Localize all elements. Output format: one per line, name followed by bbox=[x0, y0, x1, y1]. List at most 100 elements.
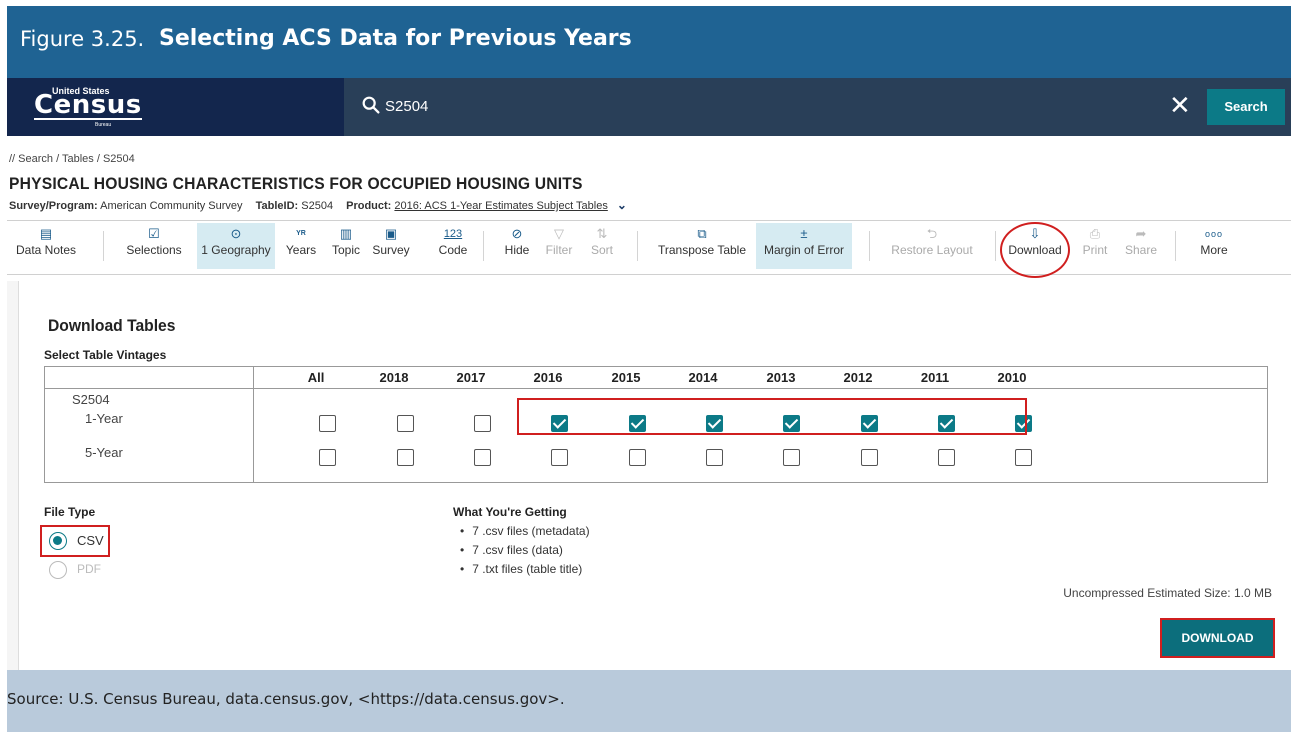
more-label: More bbox=[1200, 243, 1228, 257]
checkbox-5-year-2010[interactable] bbox=[1015, 449, 1032, 466]
sort-icon: ⇅ bbox=[596, 226, 608, 241]
table-header-rule bbox=[45, 388, 1267, 389]
column-header-2013: 2013 bbox=[766, 370, 796, 385]
row-label-1-year: 1-Year bbox=[85, 411, 123, 426]
hide-button[interactable]: ⊘ Hide bbox=[501, 225, 533, 257]
selections-label: Selections bbox=[126, 243, 182, 257]
background-table-edge bbox=[7, 281, 19, 670]
screenshot-frame: United States Census Bureau S2504 ✕ Sear… bbox=[7, 78, 1291, 670]
figure-title: Selecting ACS Data for Previous Years bbox=[159, 26, 632, 51]
column-header-2011: 2011 bbox=[920, 370, 950, 385]
toolbar-separator bbox=[483, 231, 484, 261]
product-select[interactable]: 2016: ACS 1-Year Estimates Subject Table… bbox=[394, 200, 607, 212]
checkbox-5-year-all[interactable] bbox=[319, 449, 336, 466]
chevron-down-icon[interactable]: ⌄ bbox=[617, 198, 627, 212]
selections-button[interactable]: ☑ Selections bbox=[121, 225, 187, 257]
survey-value: American Community Survey bbox=[100, 200, 243, 212]
location-pin-icon: ⊙ bbox=[230, 226, 242, 241]
search-input[interactable]: S2504 bbox=[385, 98, 428, 115]
code-button[interactable]: 123 Code bbox=[435, 225, 471, 257]
table-toolbar: ▤ Data Notes ☑ Selections ⊙ 1 Geography … bbox=[7, 221, 1291, 273]
data-notes-button[interactable]: ▤ Data Notes bbox=[7, 225, 85, 257]
getting-item: 7 .txt files (table title) bbox=[460, 562, 582, 576]
calendar-icon: YR bbox=[296, 230, 306, 237]
row-label-5-year: 5-Year bbox=[85, 445, 123, 460]
checkbox-5-year-2018[interactable] bbox=[397, 449, 414, 466]
vintages-label: Select Table Vintages bbox=[44, 348, 167, 362]
years-button[interactable]: YR Years bbox=[281, 225, 321, 257]
column-header-2012: 2012 bbox=[843, 370, 873, 385]
margin-of-error-button[interactable]: ± Margin of Error bbox=[756, 223, 852, 269]
csv-label[interactable]: CSV bbox=[77, 533, 104, 548]
source-text: Source: U.S. Census Bureau, data.census.… bbox=[7, 690, 565, 708]
more-button[interactable]: ooo More bbox=[1195, 225, 1233, 257]
geography-button[interactable]: ⊙ 1 Geography bbox=[197, 223, 275, 269]
filter-button[interactable]: ▽ Filter bbox=[539, 225, 579, 257]
sort-button[interactable]: ⇅ Sort bbox=[585, 225, 619, 257]
estimated-size: Uncompressed Estimated Size: 1.0 MB bbox=[1063, 586, 1272, 600]
toolbar-divider bbox=[7, 274, 1291, 275]
figure-source: Source: U.S. Census Bureau, data.census.… bbox=[7, 670, 1291, 732]
csv-radio[interactable] bbox=[49, 532, 67, 550]
hide-label: Hide bbox=[504, 243, 530, 257]
eye-slash-icon: ⊘ bbox=[511, 226, 523, 241]
checkbox-1-year-2017[interactable] bbox=[474, 415, 491, 432]
pdf-label[interactable]: PDF bbox=[77, 562, 101, 576]
figure-number: Figure 3.25. bbox=[20, 27, 145, 51]
print-button[interactable]: ⎙ Print bbox=[1075, 225, 1115, 257]
toolbar-separator bbox=[1175, 231, 1176, 261]
checkbox-5-year-2015[interactable] bbox=[629, 449, 646, 466]
geography-label: 1 Geography bbox=[201, 243, 271, 257]
table-id-label: S2504 bbox=[72, 392, 110, 407]
search-button[interactable]: Search bbox=[1207, 89, 1285, 125]
filter-label: Filter bbox=[545, 243, 573, 257]
panel-title: Download Tables bbox=[48, 316, 176, 335]
filter-icon: ▽ bbox=[554, 226, 564, 241]
clipboard-icon: ▣ bbox=[384, 226, 398, 241]
checkbox-5-year-2013[interactable] bbox=[783, 449, 800, 466]
checkbox-5-year-2012[interactable] bbox=[861, 449, 878, 466]
breadcrumb[interactable]: // Search / Tables / S2504 bbox=[9, 153, 135, 165]
toolbar-separator bbox=[869, 231, 870, 261]
download-button[interactable]: DOWNLOAD bbox=[1160, 618, 1275, 658]
transpose-label: Transpose Table bbox=[657, 243, 747, 257]
more-dots-icon: ooo bbox=[1204, 229, 1224, 239]
survey-label: Survey bbox=[372, 243, 410, 257]
restore-layout-button[interactable]: ⮌ Restore Layout bbox=[885, 225, 979, 257]
print-label: Print bbox=[1082, 243, 1108, 257]
column-header-2015: 2015 bbox=[611, 370, 641, 385]
checkbox-1-year-2018[interactable] bbox=[397, 415, 414, 432]
checkbox-1-year-all[interactable] bbox=[319, 415, 336, 432]
topic-button[interactable]: ▥ Topic bbox=[327, 225, 365, 257]
what-youre-getting-label: What You're Getting bbox=[453, 505, 567, 519]
checkbox-5-year-2011[interactable] bbox=[938, 449, 955, 466]
checkbox-5-year-2017[interactable] bbox=[474, 449, 491, 466]
moe-label: Margin of Error bbox=[763, 243, 845, 257]
share-icon: ➦ bbox=[1135, 226, 1147, 241]
logo-bottom-text: Bureau bbox=[95, 122, 112, 128]
close-icon[interactable]: ✕ bbox=[1169, 92, 1191, 118]
restore-label: Restore Layout bbox=[891, 243, 973, 257]
census-logo[interactable]: United States Census Bureau bbox=[7, 78, 344, 136]
survey-button[interactable]: ▣ Survey bbox=[369, 225, 413, 257]
download-highlight-circle bbox=[1000, 222, 1070, 278]
years-label: Years bbox=[285, 243, 317, 257]
column-header-all: All bbox=[307, 370, 325, 385]
column-header-2010: 2010 bbox=[997, 370, 1027, 385]
toolbar-separator bbox=[637, 231, 638, 261]
column-header-2018: 2018 bbox=[379, 370, 409, 385]
share-button[interactable]: ➦ Share bbox=[1119, 225, 1163, 257]
printer-icon: ⎙ bbox=[1089, 226, 1101, 241]
logo-main-text: Census bbox=[34, 90, 142, 120]
column-header-2017: 2017 bbox=[456, 370, 486, 385]
column-header-2014: 2014 bbox=[688, 370, 718, 385]
table-meta: Survey/Program: American Community Surve… bbox=[9, 198, 627, 212]
tableid-value: S2504 bbox=[301, 200, 334, 212]
survey-label: Survey/Program: bbox=[9, 200, 98, 212]
pdf-radio[interactable] bbox=[49, 561, 67, 579]
checkbox-5-year-2016[interactable] bbox=[551, 449, 568, 466]
transpose-button[interactable]: ⧉ Transpose Table bbox=[652, 225, 752, 257]
checkbox-5-year-2014[interactable] bbox=[706, 449, 723, 466]
tableid-label: TableID: bbox=[255, 200, 299, 212]
book-icon: ▥ bbox=[339, 226, 353, 241]
